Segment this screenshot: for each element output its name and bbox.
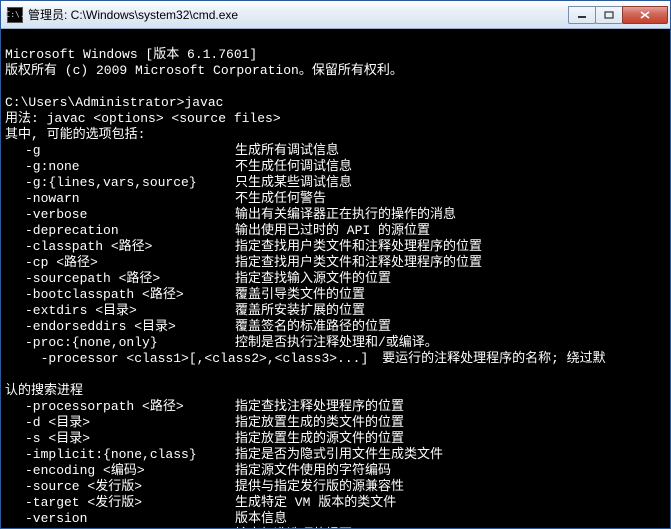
option-desc: 指定查找注释处理程序的位置 bbox=[235, 399, 404, 415]
option-row: -cp <路径>指定查找用户类文件和注释处理程序的位置 bbox=[5, 255, 666, 271]
option-flag: -sourcepath <路径> bbox=[5, 271, 235, 287]
option-row: -extdirs <目录>覆盖所安装扩展的位置 bbox=[5, 303, 666, 319]
usage-line: 用法: javac <options> <source files> bbox=[5, 111, 281, 126]
option-desc: 输出使用已过时的 API 的源位置 bbox=[235, 223, 430, 239]
option-flag: -version bbox=[5, 511, 235, 527]
option-row: -sourcepath <路径>指定查找输入源文件的位置 bbox=[5, 271, 666, 287]
option-row: -nowarn不生成任何警告 bbox=[5, 191, 666, 207]
option-flag: -s <目录> bbox=[5, 431, 235, 447]
option-row: -classpath <路径>指定查找用户类文件和注释处理程序的位置 bbox=[5, 239, 666, 255]
option-flag: -implicit:{none,class} bbox=[5, 447, 235, 463]
minimize-button[interactable] bbox=[568, 6, 596, 24]
maximize-icon bbox=[604, 11, 614, 19]
option-row: -help输出标准选项的提要 bbox=[5, 527, 666, 528]
option-desc: 不生成任何调试信息 bbox=[235, 159, 352, 175]
window-controls bbox=[569, 6, 668, 24]
option-flag: -target <发行版> bbox=[5, 495, 235, 511]
option-flag: -nowarn bbox=[5, 191, 235, 207]
option-flag: -source <发行版> bbox=[5, 479, 235, 495]
option-desc: 不生成任何警告 bbox=[235, 191, 326, 207]
option-row: -deprecation输出使用已过时的 API 的源位置 bbox=[5, 223, 666, 239]
option-desc: 只生成某些调试信息 bbox=[235, 175, 352, 191]
option-flag: -g:none bbox=[5, 159, 235, 175]
option-flag: -proc:{none,only} bbox=[5, 335, 235, 351]
option-row: -g:{lines,vars,source}只生成某些调试信息 bbox=[5, 175, 666, 191]
option-row: -s <目录>指定放置生成的源文件的位置 bbox=[5, 431, 666, 447]
option-row: -implicit:{none,class}指定是否为隐式引用文件生成类文件 bbox=[5, 447, 666, 463]
option-row: -target <发行版>生成特定 VM 版本的类文件 bbox=[5, 495, 666, 511]
option-flag: -endorseddirs <目录> bbox=[5, 319, 235, 335]
prompt-path: C:\Users\Administrator> bbox=[5, 95, 184, 110]
option-desc: 控制是否执行注释处理和/或编译。 bbox=[235, 335, 438, 351]
option-desc: 输出标准选项的提要 bbox=[235, 527, 352, 528]
option-row: -bootclasspath <路径>覆盖引导类文件的位置 bbox=[5, 287, 666, 303]
option-row: -proc:{none,only}控制是否执行注释处理和/或编译。 bbox=[5, 335, 666, 351]
option-flag: -classpath <路径> bbox=[5, 239, 235, 255]
option-desc: 指定是否为隐式引用文件生成类文件 bbox=[235, 447, 443, 463]
option-desc: 提供与指定发行版的源兼容性 bbox=[235, 479, 404, 495]
option-flag: -help bbox=[5, 527, 235, 528]
cmd-window: C:\. 管理员: C:\Windows\system32\cmd.exe Mi… bbox=[0, 0, 671, 529]
terminal-output[interactable]: Microsoft Windows [版本 6.1.7601] 版权所有 (c)… bbox=[1, 29, 670, 528]
option-flag: -extdirs <目录> bbox=[5, 303, 235, 319]
option-row: -d <目录>指定放置生成的类文件的位置 bbox=[5, 415, 666, 431]
option-flag: -processor <class1>[,<class2>,<class3>..… bbox=[5, 351, 382, 367]
option-row: -g生成所有调试信息 bbox=[5, 143, 666, 159]
titlebar[interactable]: C:\. 管理员: C:\Windows\system32\cmd.exe bbox=[1, 1, 670, 29]
option-desc: 要运行的注释处理程序的名称; 绕过默 bbox=[382, 351, 606, 367]
option-desc: 指定查找输入源文件的位置 bbox=[235, 271, 391, 287]
option-flag: -processorpath <路径> bbox=[5, 399, 235, 415]
option-flag: -encoding <编码> bbox=[5, 463, 235, 479]
option-row-processor: -processor <class1>[,<class2>,<class3>..… bbox=[5, 351, 666, 367]
option-desc: 版本信息 bbox=[235, 511, 287, 527]
option-flag: -g:{lines,vars,source} bbox=[5, 175, 235, 191]
option-row: -source <发行版>提供与指定发行版的源兼容性 bbox=[5, 479, 666, 495]
option-desc: 指定查找用户类文件和注释处理程序的位置 bbox=[235, 255, 482, 271]
option-desc: 指定查找用户类文件和注释处理程序的位置 bbox=[235, 239, 482, 255]
option-desc: 指定放置生成的源文件的位置 bbox=[235, 431, 404, 447]
option-flag: -g bbox=[5, 143, 235, 159]
option-row: -version版本信息 bbox=[5, 511, 666, 527]
option-desc: 生成所有调试信息 bbox=[235, 143, 339, 159]
option-row: -g:none不生成任何调试信息 bbox=[5, 159, 666, 175]
option-row: -verbose输出有关编译器正在执行的操作的消息 bbox=[5, 207, 666, 223]
close-button[interactable] bbox=[622, 6, 668, 24]
option-row: -encoding <编码>指定源文件使用的字符编码 bbox=[5, 463, 666, 479]
option-row: -processorpath <路径>指定查找注释处理程序的位置 bbox=[5, 399, 666, 415]
option-flag: -verbose bbox=[5, 207, 235, 223]
option-desc: 生成特定 VM 版本的类文件 bbox=[235, 495, 396, 511]
option-flag: -d <目录> bbox=[5, 415, 235, 431]
prompt-command: javac bbox=[184, 95, 223, 110]
maximize-button[interactable] bbox=[595, 6, 623, 24]
option-row: -endorseddirs <目录>覆盖签名的标准路径的位置 bbox=[5, 319, 666, 335]
minimize-icon bbox=[577, 11, 587, 19]
cmd-icon: C:\. bbox=[7, 7, 23, 23]
option-desc: 覆盖签名的标准路径的位置 bbox=[235, 319, 391, 335]
option-desc-wrap: 认的搜索进程 bbox=[5, 383, 83, 398]
option-desc: 指定放置生成的类文件的位置 bbox=[235, 415, 404, 431]
banner-line2: 版权所有 (c) 2009 Microsoft Corporation。保留所有… bbox=[5, 63, 403, 78]
option-flag: -bootclasspath <路径> bbox=[5, 287, 235, 303]
option-flag: -cp <路径> bbox=[5, 255, 235, 271]
prompt-line: C:\Users\Administrator>javac bbox=[5, 95, 223, 110]
option-flag: -deprecation bbox=[5, 223, 235, 239]
option-desc: 指定源文件使用的字符编码 bbox=[235, 463, 391, 479]
usage-sub: 其中, 可能的选项包括: bbox=[5, 127, 145, 142]
window-title: 管理员: C:\Windows\system32\cmd.exe bbox=[28, 6, 569, 23]
option-desc: 覆盖所安装扩展的位置 bbox=[235, 303, 365, 319]
option-desc: 输出有关编译器正在执行的操作的消息 bbox=[235, 207, 456, 223]
banner-line1: Microsoft Windows [版本 6.1.7601] bbox=[5, 47, 257, 62]
option-desc: 覆盖引导类文件的位置 bbox=[235, 287, 365, 303]
close-icon bbox=[640, 11, 650, 19]
